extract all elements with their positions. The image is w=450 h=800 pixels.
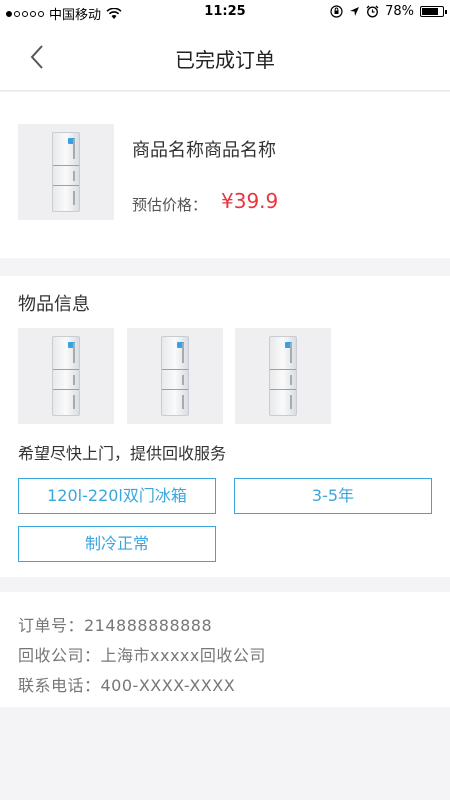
fridge-icon xyxy=(161,336,189,416)
item-image[interactable] xyxy=(127,328,223,424)
item-image[interactable] xyxy=(235,328,331,424)
order-number: 订单号：214888888888 xyxy=(18,616,213,635)
battery-percent: 78% xyxy=(385,4,414,19)
service-request-text: 希望尽快上门，提供回收服务 xyxy=(18,444,227,463)
section-title: 物品信息 xyxy=(18,294,90,315)
product-image xyxy=(18,124,114,220)
fridge-icon xyxy=(52,132,80,212)
alarm-icon xyxy=(366,5,379,18)
item-info-section: 物品信息 希望尽快上门，提供回收服务 120l-220l双门冰箱 3-5年 制冷… xyxy=(0,276,450,577)
nav-bar: 已完成订单 xyxy=(0,24,450,91)
item-image[interactable] xyxy=(18,328,114,424)
recycle-company: 回收公司：上海市xxxxx回收公司 xyxy=(18,646,266,665)
tag-capacity: 120l-220l双门冰箱 xyxy=(18,478,216,514)
fridge-icon xyxy=(52,336,80,416)
product-name: 商品名称商品名称 xyxy=(132,140,276,161)
price-value: ¥39.9 xyxy=(221,189,279,213)
order-info-section: 订单号：214888888888 回收公司：上海市xxxxx回收公司 联系电话：… xyxy=(0,592,450,707)
fridge-icon xyxy=(269,336,297,416)
status-right: 78% xyxy=(330,4,447,19)
status-bar: 中国移动 11:25 78% xyxy=(0,0,450,24)
contact-phone: 联系电话：400-XXXX-XXXX xyxy=(18,676,236,695)
product-card[interactable]: 商品名称商品名称 预估价格： ¥39.9 xyxy=(0,92,450,258)
tag-condition: 制冷正常 xyxy=(18,526,216,562)
location-arrow-icon xyxy=(350,7,360,16)
price-label: 预估价格： xyxy=(132,196,208,214)
battery-icon xyxy=(420,6,447,17)
page-title: 已完成订单 xyxy=(175,48,275,72)
tag-age: 3-5年 xyxy=(234,478,432,514)
orientation-lock-icon xyxy=(330,5,343,18)
